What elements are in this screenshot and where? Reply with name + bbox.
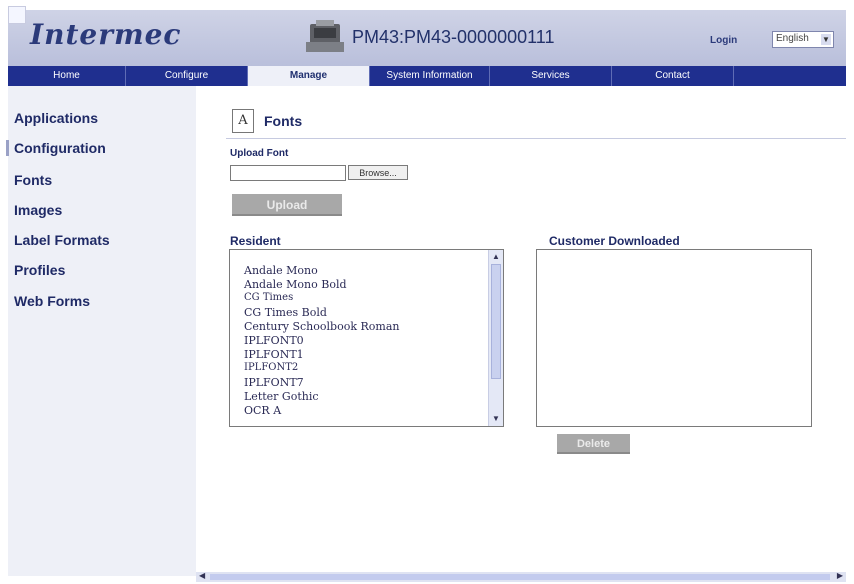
scroll-left-icon[interactable]: ◀ xyxy=(199,571,205,580)
list-item[interactable]: Century Schoolbook Roman xyxy=(244,320,399,333)
sidebar xyxy=(8,86,196,576)
printer-icon xyxy=(306,20,344,52)
sidebar-item-fonts[interactable]: Fonts xyxy=(14,172,52,188)
list-scrollbar[interactable]: ▲ ▼ xyxy=(488,250,503,426)
tab-services[interactable]: Services xyxy=(490,66,612,86)
resident-label: Resident xyxy=(230,234,281,248)
horizontal-scroll-thumb[interactable] xyxy=(210,574,830,580)
list-item[interactable]: IPLFONT7 xyxy=(244,376,304,389)
login-link[interactable]: Login xyxy=(710,35,737,46)
scroll-down-icon[interactable]: ▼ xyxy=(490,413,502,425)
sidebar-item-applications[interactable]: Applications xyxy=(14,110,98,126)
resident-fonts-list[interactable]: Andale Mono Andale Mono Bold CG Times CG… xyxy=(229,249,504,427)
page-horizontal-scrollbar[interactable]: ◀ ▶ xyxy=(196,571,846,582)
language-select[interactable]: English ▼ xyxy=(772,31,834,48)
sidebar-item-images[interactable]: Images xyxy=(14,202,62,218)
device-name: PM43:PM43-0000000111 xyxy=(352,27,555,47)
list-item[interactable]: Andale Mono xyxy=(244,264,318,277)
customer-downloaded-label: Customer Downloaded xyxy=(549,234,680,248)
list-item[interactable]: IPLFONT2 xyxy=(244,362,298,373)
sidebar-item-profiles[interactable]: Profiles xyxy=(14,262,65,278)
tab-configure[interactable]: Configure xyxy=(126,66,248,86)
sidebar-item-label-formats[interactable]: Label Formats xyxy=(14,232,110,248)
language-select-value: English xyxy=(776,33,809,44)
upload-button[interactable]: Upload xyxy=(232,194,342,216)
list-item[interactable]: CG Times xyxy=(244,292,293,303)
font-file-icon: A xyxy=(232,109,254,133)
upload-font-label: Upload Font xyxy=(230,148,289,159)
browse-button[interactable]: Browse... xyxy=(348,165,408,180)
tab-home[interactable]: Home xyxy=(8,66,126,86)
title-divider xyxy=(226,138,846,139)
list-item[interactable]: OCR A xyxy=(244,404,281,417)
page-title: Fonts xyxy=(264,113,303,129)
list-item[interactable]: CG Times Bold xyxy=(244,306,327,319)
chevron-down-icon: ▼ xyxy=(821,34,831,45)
list-item[interactable]: Letter Gothic xyxy=(244,390,319,403)
delete-button[interactable]: Delete xyxy=(557,434,630,454)
scroll-thumb[interactable] xyxy=(491,264,501,379)
list-item[interactable]: Andale Mono Bold xyxy=(244,278,347,291)
list-item[interactable]: IPLFONT1 xyxy=(244,348,304,361)
tab-system-information[interactable]: System Information xyxy=(370,66,490,86)
scroll-right-icon[interactable]: ▶ xyxy=(837,571,843,580)
intermec-logo: Intermec xyxy=(30,18,182,51)
scroll-up-icon[interactable]: ▲ xyxy=(490,251,502,263)
main-nav: Home Configure Manage System Information… xyxy=(8,66,846,86)
font-file-input[interactable] xyxy=(230,165,346,181)
customer-fonts-list[interactable] xyxy=(536,249,812,427)
list-item[interactable]: IPLFONT0 xyxy=(244,334,304,347)
tab-contact[interactable]: Contact xyxy=(612,66,734,86)
sidebar-item-web-forms[interactable]: Web Forms xyxy=(14,293,90,309)
tab-manage[interactable]: Manage xyxy=(248,66,370,86)
window-corner-box xyxy=(8,6,26,24)
sidebar-item-configuration[interactable]: Configuration xyxy=(6,140,106,156)
